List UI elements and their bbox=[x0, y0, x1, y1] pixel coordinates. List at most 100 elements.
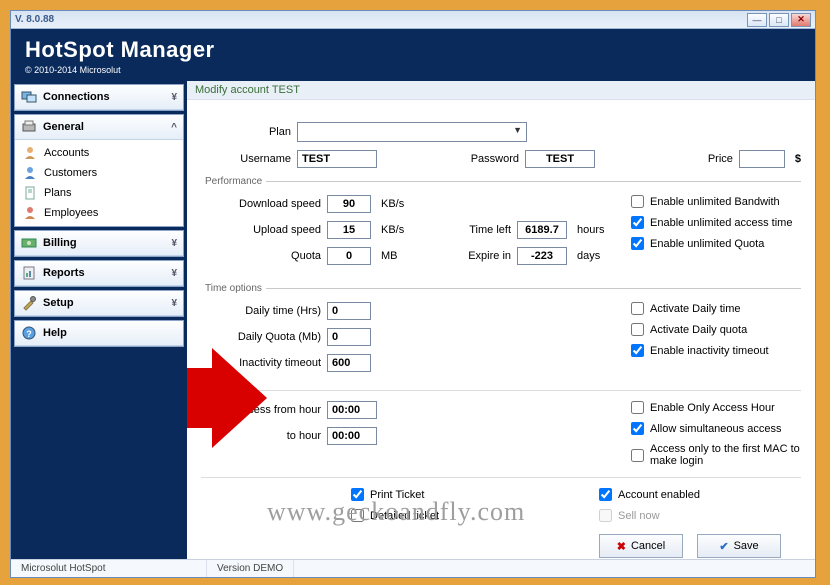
app-header: HotSpot Manager © 2010-2014 Microsolut bbox=[11, 29, 815, 81]
username-input[interactable] bbox=[297, 150, 377, 168]
quota-unit: MB bbox=[381, 250, 398, 262]
enable-accesstime-checkbox[interactable]: Enable unlimited access time bbox=[631, 216, 801, 229]
status-left: Microsolut HotSpot bbox=[11, 560, 207, 577]
app-window: V. 8.0.88 — □ ✕ HotSpot Manager © 2010-2… bbox=[10, 10, 816, 578]
activate-dailyquota-checkbox[interactable]: Activate Daily quota bbox=[631, 323, 801, 336]
panel-head-help[interactable]: ? Help bbox=[15, 321, 183, 346]
panel-connections: Connections ¥ bbox=[14, 84, 184, 111]
upload-unit: KB/s bbox=[381, 224, 404, 236]
check-icon: ✔ bbox=[719, 540, 728, 553]
price-label: Price bbox=[708, 153, 733, 165]
titlebar: V. 8.0.88 — □ ✕ bbox=[11, 11, 815, 29]
help-icon: ? bbox=[21, 325, 37, 341]
sell-now-checkbox[interactable]: Sell now bbox=[599, 509, 801, 522]
monitors-icon bbox=[21, 89, 37, 105]
panel-label: Billing bbox=[43, 237, 77, 249]
enable-inactivity-checkbox[interactable]: Enable inactivity timeout bbox=[631, 344, 801, 357]
chevron-down-icon: ¥ bbox=[171, 238, 177, 249]
panel-label: Setup bbox=[43, 297, 74, 309]
panel-head-reports[interactable]: Reports ¥ bbox=[15, 261, 183, 286]
access-to-input[interactable] bbox=[327, 427, 377, 445]
access-from-label: Access from hour bbox=[201, 404, 321, 416]
access-to-label: to hour bbox=[201, 430, 321, 442]
panel-head-general[interactable]: General ^ bbox=[15, 115, 183, 140]
save-button[interactable]: ✔ Save bbox=[697, 534, 781, 558]
item-label: Accounts bbox=[44, 147, 89, 159]
expire-unit: days bbox=[577, 250, 600, 262]
dailytime-input[interactable] bbox=[327, 302, 371, 320]
panel-help: ? Help bbox=[14, 320, 184, 347]
upload-label: Upload speed bbox=[201, 224, 321, 236]
document-icon bbox=[23, 186, 37, 200]
enable-bandwidth-checkbox[interactable]: Enable unlimited Bandwith bbox=[631, 195, 801, 208]
account-enabled-checkbox[interactable]: Account enabled bbox=[599, 488, 801, 501]
chevron-down-icon: ¥ bbox=[171, 298, 177, 309]
panel-head-connections[interactable]: Connections ¥ bbox=[15, 85, 183, 110]
close-button[interactable]: ✕ bbox=[791, 13, 811, 27]
tools-icon bbox=[21, 295, 37, 311]
panel-general: General ^ Accounts Customers Plans bbox=[14, 114, 184, 227]
item-label: Customers bbox=[44, 167, 97, 179]
panel-label: General bbox=[43, 121, 84, 133]
upload-input[interactable] bbox=[327, 221, 371, 239]
expire-input[interactable] bbox=[517, 247, 567, 265]
download-input[interactable] bbox=[327, 195, 371, 213]
dailyquota-label: Daily Quota (Mb) bbox=[201, 331, 321, 343]
maximize-button[interactable]: □ bbox=[769, 13, 789, 27]
panel-billing: Billing ¥ bbox=[14, 230, 184, 257]
price-input[interactable] bbox=[739, 150, 785, 168]
sidebar-item-employees[interactable]: Employees bbox=[17, 203, 181, 223]
enable-access-hour-checkbox[interactable]: Enable Only Access Hour bbox=[631, 401, 801, 414]
panel-label: Reports bbox=[43, 267, 85, 279]
sidebar: Connections ¥ General ^ Accounts bbox=[11, 81, 187, 559]
access-from-input[interactable] bbox=[327, 401, 377, 419]
printer-icon bbox=[21, 119, 37, 135]
panel-setup: Setup ¥ bbox=[14, 290, 184, 317]
chevron-up-icon: ^ bbox=[171, 122, 177, 133]
plan-select[interactable] bbox=[297, 122, 527, 142]
status-right: Version DEMO bbox=[207, 560, 294, 577]
report-icon bbox=[21, 265, 37, 281]
dailyquota-input[interactable] bbox=[327, 328, 371, 346]
panel-head-billing[interactable]: Billing ¥ bbox=[15, 231, 183, 256]
print-ticket-checkbox[interactable]: Print Ticket bbox=[351, 488, 457, 501]
detailed-ticket-checkbox[interactable]: Detailed ticket bbox=[351, 509, 457, 522]
inactivity-input[interactable] bbox=[327, 354, 371, 372]
person-icon bbox=[23, 146, 37, 160]
sidebar-item-accounts[interactable]: Accounts bbox=[17, 143, 181, 163]
time-legend: Time options bbox=[201, 283, 266, 294]
expire-label: Expire in bbox=[461, 250, 511, 262]
price-unit: $ bbox=[795, 153, 801, 165]
password-label: Password bbox=[459, 153, 519, 165]
copyright: © 2010-2014 Microsolut bbox=[25, 65, 801, 75]
quota-input[interactable] bbox=[327, 247, 371, 265]
cancel-button[interactable]: ✖ Cancel bbox=[599, 534, 683, 558]
minimize-button[interactable]: — bbox=[747, 13, 767, 27]
panel-head-setup[interactable]: Setup ¥ bbox=[15, 291, 183, 316]
enable-quota-checkbox[interactable]: Enable unlimited Quota bbox=[631, 237, 801, 250]
cross-icon: ✖ bbox=[617, 540, 626, 553]
panel-reports: Reports ¥ bbox=[14, 260, 184, 287]
app-title: HotSpot Manager bbox=[25, 37, 801, 63]
item-label: Employees bbox=[44, 207, 98, 219]
first-mac-checkbox[interactable]: Access only to the first MAC to make log… bbox=[631, 443, 801, 467]
timeleft-unit: hours bbox=[577, 224, 605, 236]
download-unit: KB/s bbox=[381, 198, 404, 210]
svg-text:?: ? bbox=[26, 329, 32, 339]
activate-dailytime-checkbox[interactable]: Activate Daily time bbox=[631, 302, 801, 315]
chevron-down-icon: ¥ bbox=[171, 268, 177, 279]
sidebar-item-plans[interactable]: Plans bbox=[17, 183, 181, 203]
download-label: Download speed bbox=[201, 198, 321, 210]
sidebar-item-customers[interactable]: Customers bbox=[17, 163, 181, 183]
username-label: Username bbox=[201, 153, 291, 165]
allow-simultaneous-checkbox[interactable]: Allow simultaneous access bbox=[631, 422, 801, 435]
password-input[interactable] bbox=[525, 150, 595, 168]
performance-legend: Performance bbox=[201, 176, 266, 187]
timeleft-label: Time left bbox=[461, 224, 511, 236]
plan-label: Plan bbox=[201, 126, 291, 138]
quota-label: Quota bbox=[201, 250, 321, 262]
main-content: Modify account TEST Plan Username Passwo… bbox=[187, 81, 815, 559]
timeleft-input[interactable] bbox=[517, 221, 567, 239]
performance-fieldset: Performance Download speed KB/s Upload s… bbox=[201, 176, 801, 273]
person-blue-icon bbox=[23, 166, 37, 180]
